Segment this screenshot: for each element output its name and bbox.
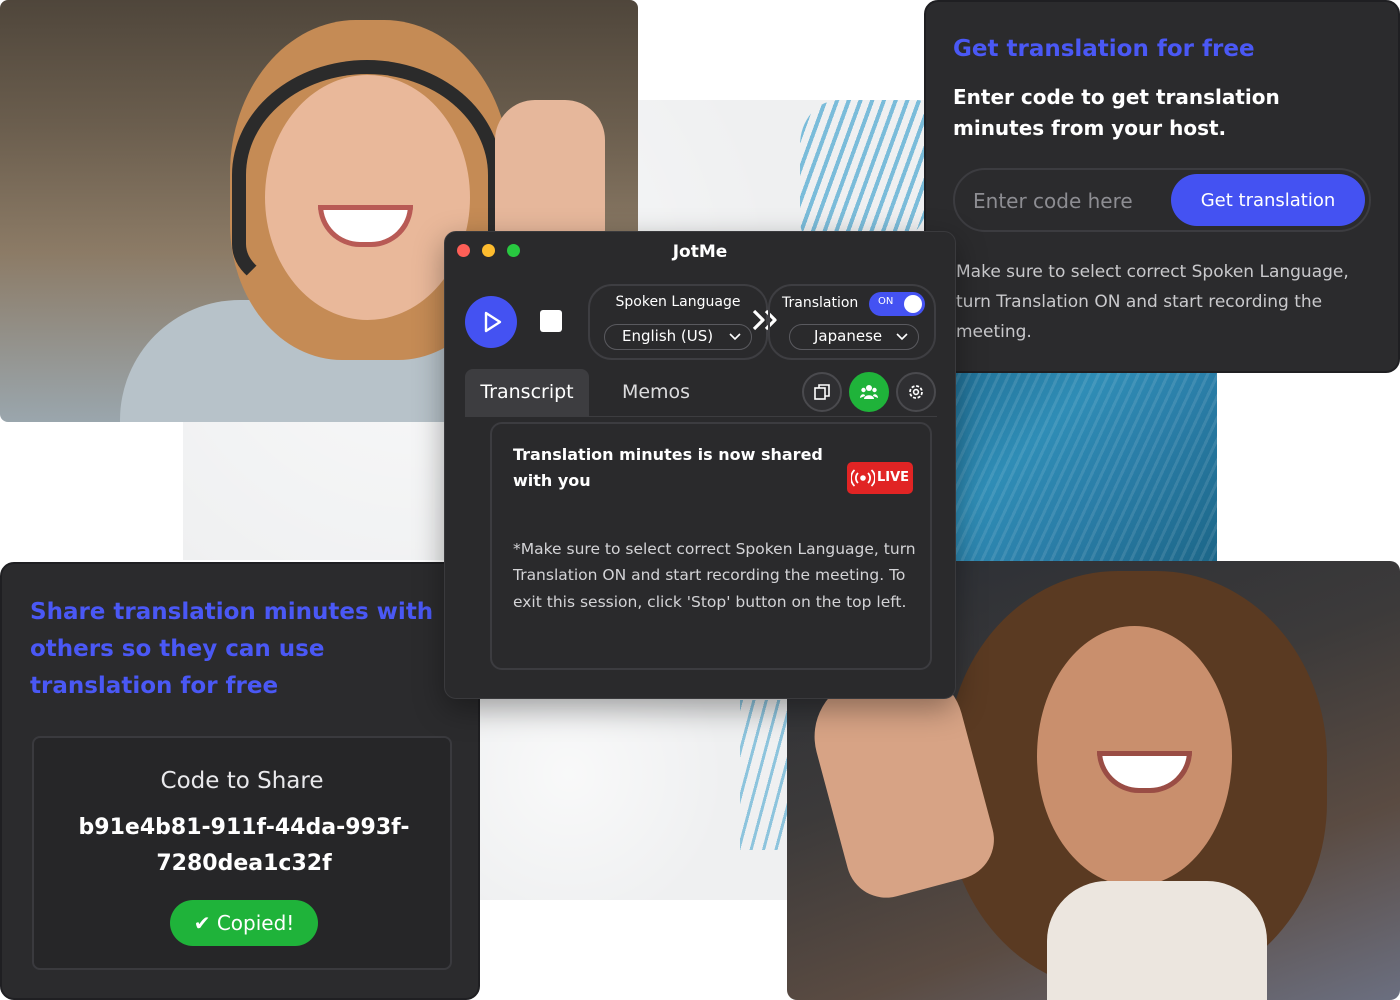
- copy-window-icon: [814, 384, 830, 400]
- notice-body: *Make sure to select correct Spoken Lang…: [513, 540, 916, 611]
- popout-window-button[interactable]: [802, 372, 842, 412]
- window-title: JotMe: [672, 242, 728, 262]
- jotme-window: JotMe Spoken Language English (US) Trans…: [444, 231, 956, 699]
- teal-texture-panel: [940, 370, 1217, 562]
- blue-paint-splash: [800, 100, 930, 250]
- copied-button[interactable]: ✔ Copied!: [170, 900, 318, 946]
- spoken-language-label: Spoken Language: [615, 294, 741, 310]
- share-translation-title: Share translation minutes with others so…: [30, 599, 434, 699]
- share-translation-button[interactable]: [849, 372, 889, 412]
- gear-icon: [909, 385, 923, 399]
- translation-language-value: Japanese: [814, 327, 883, 345]
- translation-label: Translation: [782, 295, 859, 311]
- spoken-language-select[interactable]: English (US): [604, 324, 752, 350]
- chevron-down-icon: [729, 333, 741, 341]
- group-users-icon: [860, 385, 878, 399]
- settings-button[interactable]: [896, 372, 936, 412]
- tab-memos[interactable]: Memos: [610, 369, 702, 417]
- live-badge: LIVE: [847, 462, 913, 494]
- get-translation-subtitle: Enter code to get translation minutes fr…: [953, 85, 1280, 140]
- spoken-language-value: English (US): [622, 327, 714, 345]
- toggle-state-label: ON: [878, 296, 894, 307]
- share-code-value: b91e4b81-911f-44da-993f-7280dea1c32f: [78, 815, 410, 877]
- notice-title: Translation minutes is now shared with y…: [513, 445, 823, 491]
- chevron-down-icon: [896, 333, 908, 341]
- translation-toggle[interactable]: ON: [869, 292, 925, 316]
- play-icon: [484, 311, 502, 333]
- get-translation-button[interactable]: Get translation: [1171, 174, 1365, 226]
- code-entry-group: Get translation: [953, 168, 1371, 232]
- tab-transcript[interactable]: Transcript: [465, 369, 589, 417]
- shared-minutes-notice: Translation minutes is now shared with y…: [490, 422, 932, 670]
- share-translation-card: Share translation minutes with others so…: [0, 562, 480, 1000]
- tabs-divider: [465, 416, 937, 417]
- translation-group: Translation ON Japanese: [768, 284, 936, 360]
- code-input[interactable]: [973, 184, 1173, 218]
- spoken-language-group: Spoken Language English (US): [588, 284, 768, 360]
- translation-language-select[interactable]: Japanese: [789, 324, 919, 350]
- get-translation-title: Get translation for free: [953, 36, 1255, 62]
- get-translation-note: Make sure to select correct Spoken Langu…: [956, 262, 1349, 342]
- code-share-box: Code to Share b91e4b81-911f-44da-993f-72…: [32, 736, 452, 970]
- toggle-knob: [904, 295, 922, 313]
- live-badge-label: LIVE: [877, 470, 910, 485]
- broadcast-icon: [851, 469, 875, 487]
- code-to-share-label: Code to Share: [160, 768, 324, 794]
- stop-button[interactable]: [540, 310, 562, 332]
- play-button[interactable]: [465, 296, 517, 348]
- get-translation-card: Get translation for free Enter code to g…: [924, 0, 1400, 373]
